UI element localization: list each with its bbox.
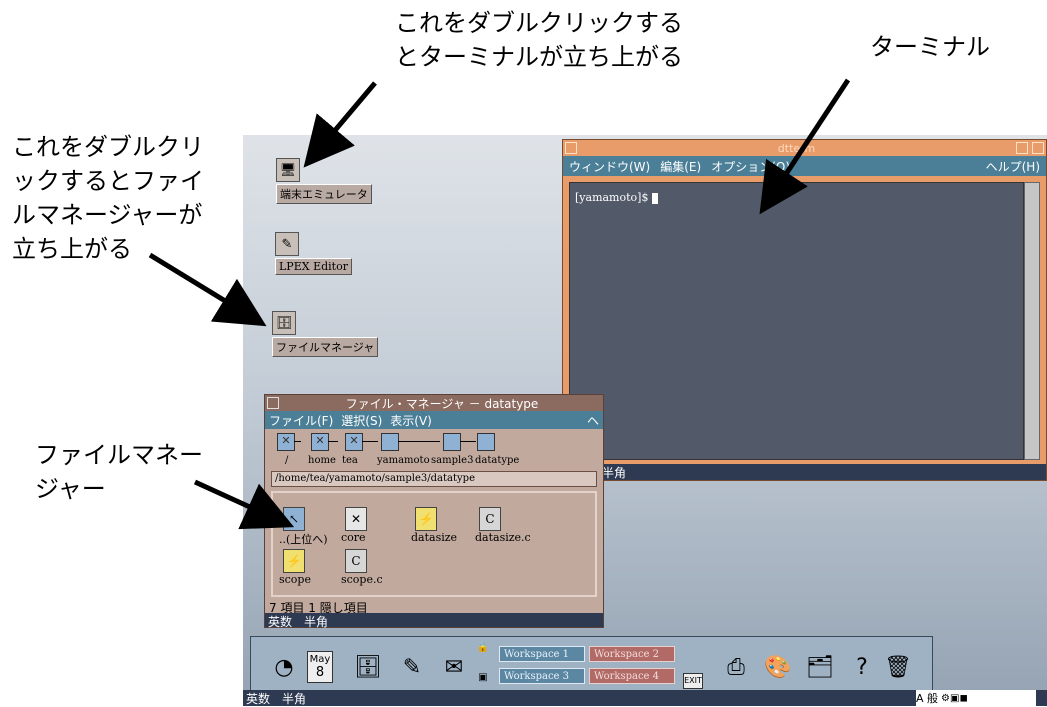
arrow-to-filemanager-icon bbox=[148, 252, 267, 327]
annotation-arrows bbox=[148, 78, 851, 530]
arrow-to-terminal-window bbox=[759, 78, 851, 215]
arrow-to-filemanager-window bbox=[193, 479, 295, 530]
arrow-to-terminal-icon bbox=[303, 81, 377, 168]
